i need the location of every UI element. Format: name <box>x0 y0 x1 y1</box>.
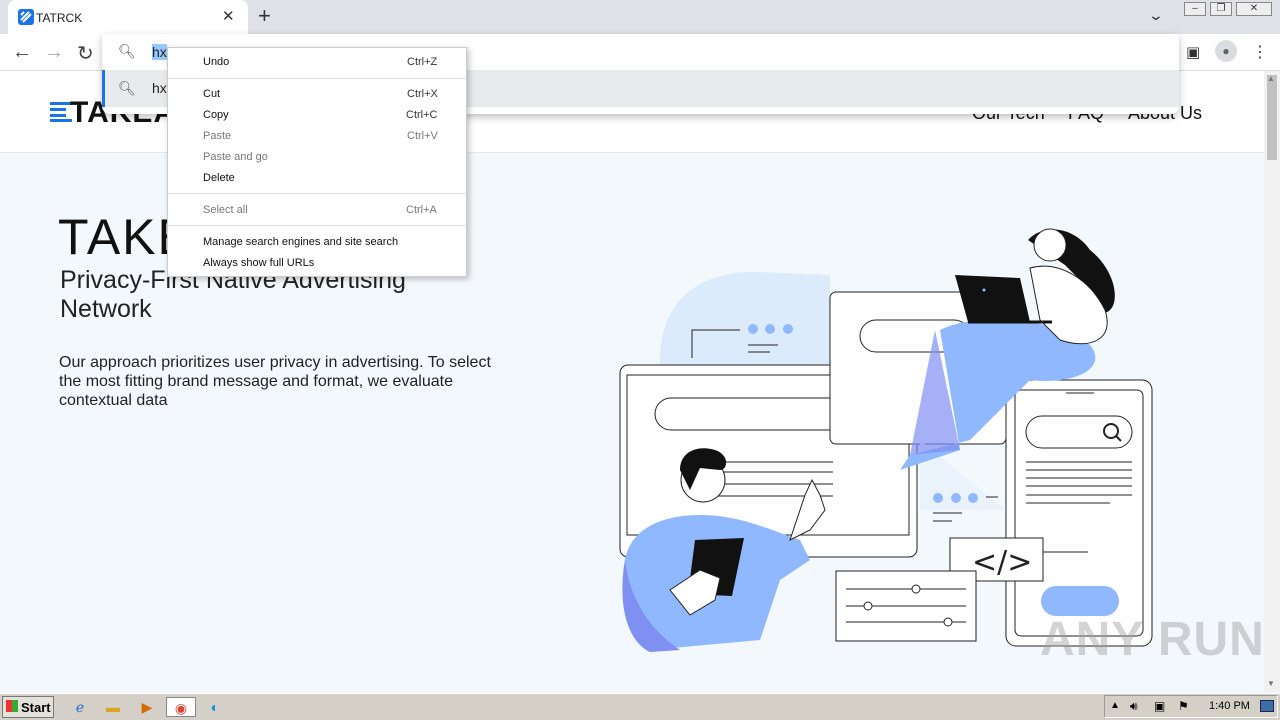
hero-description: Our approach prioritizes user privacy in… <box>59 354 491 409</box>
media-player-icon[interactable]: ▶ <box>136 697 158 717</box>
new-tab-button[interactable]: + <box>258 3 271 29</box>
minimize-button[interactable]: ‒ <box>1184 2 1206 16</box>
maximize-button[interactable]: ❐ <box>1210 2 1232 16</box>
menu-item-paste-and-go[interactable]: Paste and go <box>203 151 268 163</box>
browser-menu-icon[interactable]: ⋮ <box>1252 42 1268 62</box>
scroll-down-icon[interactable]: ▼ <box>1267 679 1275 688</box>
menu-shortcut-paste: Ctrl+V <box>407 130 438 142</box>
tab-title: TATRCK <box>36 11 83 25</box>
taskbar-clock: 1:40 PM <box>1209 700 1250 712</box>
edge-icon[interactable]: ◐ <box>204 697 226 717</box>
scrollbar-thumb[interactable] <box>1267 75 1277 160</box>
menu-item-copy[interactable]: Copy <box>203 109 229 121</box>
menu-item-cut[interactable]: Cut <box>203 88 220 100</box>
logo-icon <box>50 102 72 122</box>
chrome-taskbar-icon[interactable]: ◉ <box>166 697 196 717</box>
watermark: ANY RUN <box>1040 613 1265 666</box>
start-button[interactable]: Start <box>2 696 54 718</box>
page-scrollbar[interactable] <box>1264 71 1280 693</box>
menu-item-select-all[interactable]: Select all <box>203 204 248 216</box>
tab-favicon-icon <box>18 9 34 25</box>
menu-separator <box>168 78 466 79</box>
menu-shortcut-select-all: Ctrl+A <box>406 204 437 216</box>
search-icon: 🔍︎ <box>118 43 136 59</box>
suggestion-text: hx <box>152 80 167 96</box>
close-window-button[interactable]: ✕ <box>1236 2 1272 16</box>
menu-item-always-show-full-urls[interactable]: Always show full URLs <box>203 257 314 269</box>
side-panel-icon[interactable]: ▣ <box>1186 43 1200 61</box>
menu-item-paste[interactable]: Paste <box>203 130 231 142</box>
svg-text:</>: </> <box>972 545 1032 580</box>
show-desktop-icon[interactable] <box>1260 700 1274 712</box>
flag-icon[interactable]: ⚑ <box>1178 699 1189 713</box>
volume-icon[interactable]: 🔊︎ <box>1130 699 1138 714</box>
menu-separator <box>168 225 466 226</box>
back-button[interactable]: ← <box>12 41 32 64</box>
menu-shortcut-cut: Ctrl+X <box>407 88 438 100</box>
ie-icon[interactable]: ℯ <box>69 697 91 717</box>
hero-illustration: </> <box>619 228 1153 652</box>
profile-icon[interactable]: ● <box>1215 40 1237 62</box>
menu-separator <box>168 193 466 194</box>
forward-button[interactable]: → <box>44 41 64 64</box>
start-label: Start <box>21 700 51 715</box>
tab-close-icon[interactable]: ✕ <box>222 7 235 25</box>
address-bar-input[interactable]: hx <box>152 44 167 60</box>
tray-expand-icon[interactable]: ▲ <box>1110 700 1120 711</box>
menu-item-manage-search-engines[interactable]: Manage search engines and site search <box>203 236 398 248</box>
menu-shortcut-undo: Ctrl+Z <box>407 56 438 68</box>
menu-item-delete[interactable]: Delete <box>203 172 235 184</box>
folder-icon[interactable]: ▬ <box>102 697 124 717</box>
menu-shortcut-copy: Ctrl+C <box>406 109 438 121</box>
tab-search-icon[interactable]: ⌄ <box>1148 7 1164 24</box>
reload-button[interactable]: ↻ <box>77 41 94 66</box>
windows-logo-icon <box>6 700 18 712</box>
scroll-up-icon[interactable]: ▲ <box>1267 74 1275 83</box>
network-icon[interactable]: ▣ <box>1154 699 1165 713</box>
suggestion-search-icon: 🔍︎ <box>118 80 136 96</box>
menu-item-undo[interactable]: Undo <box>203 56 229 68</box>
